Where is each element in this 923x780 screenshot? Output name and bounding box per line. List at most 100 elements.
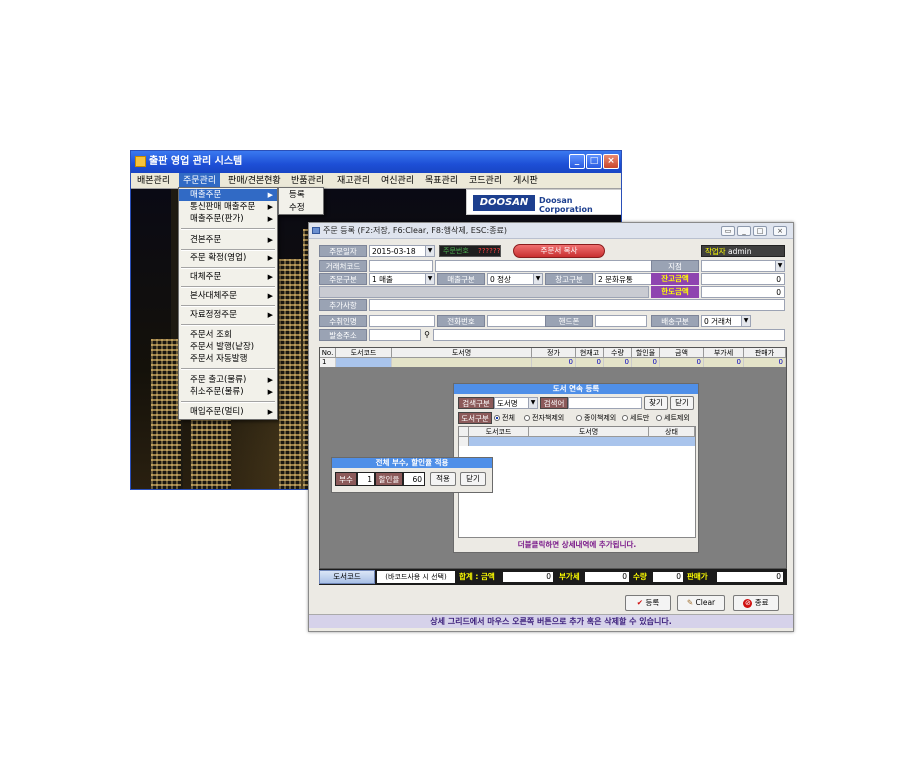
mobile-label: 핸드폰 xyxy=(545,315,593,327)
order-no-value: ?????? xyxy=(478,247,501,255)
grid-cell[interactable]: 0 xyxy=(660,358,704,367)
grid-header: 도서명 xyxy=(392,348,532,358)
radio-set-only[interactable] xyxy=(622,415,628,421)
status-bar: 상세 그리드에서 마우스 오른쪽 버튼으로 추가 혹은 삭제할 수 있습니다. xyxy=(309,614,793,628)
book-code-button[interactable]: 도서코드 xyxy=(319,570,375,584)
mobile-input[interactable] xyxy=(595,315,647,327)
radio-exclude-paper[interactable] xyxy=(576,415,582,421)
grid-corner xyxy=(459,427,469,437)
vat-label: 부가세 xyxy=(559,572,580,581)
limit-value: 0 xyxy=(701,286,785,298)
submenu-item-register[interactable]: 등록 xyxy=(279,189,323,201)
menu-item-order-confirm[interactable]: 주문 확정(영업) ▶ xyxy=(179,252,277,264)
restore-icon[interactable]: ▭ xyxy=(721,226,735,236)
menu-item-sample-order[interactable]: 견본주문 ▶ xyxy=(179,234,277,246)
menu-item-order-auto-print[interactable]: 주문서 자동발행 xyxy=(179,353,277,365)
menu-inventory[interactable]: 재고관리 xyxy=(333,173,374,189)
grid-cell[interactable]: 0 xyxy=(576,358,604,367)
order-no-box: 주문번호 ?????? xyxy=(439,245,501,257)
recipient-input[interactable] xyxy=(369,315,435,327)
grid-cell[interactable]: 1 xyxy=(320,358,336,367)
discount-label: 할인율 xyxy=(375,472,403,486)
grid-cell[interactable]: 0 xyxy=(704,358,744,367)
grid-cell[interactable] xyxy=(392,358,532,367)
menu-item-order-shipping[interactable]: 주문 출고(물류) ▶ xyxy=(179,374,277,386)
menu-item-purchase-order-multi[interactable]: 매입주문(멀티) ▶ xyxy=(179,406,277,418)
menu-item-cancel-order[interactable]: 취소주문(물류) ▶ xyxy=(179,386,277,398)
note-input[interactable] xyxy=(369,299,785,311)
menu-separator xyxy=(181,249,275,251)
clear-button[interactable]: ✎ Clear xyxy=(677,595,725,611)
book-search-grid: 도서코드 도서명 상태 xyxy=(458,426,696,538)
menu-item-order-view[interactable]: 주문서 조회 xyxy=(179,329,277,341)
find-button[interactable]: 찾기 xyxy=(644,396,668,410)
search-type-select[interactable]: 도서명 ▼ xyxy=(494,397,538,409)
phone-input[interactable] xyxy=(487,315,547,327)
branch-select[interactable]: ▼ xyxy=(701,260,785,272)
radio-exclude-ebook-label: 전자책제외 xyxy=(532,414,565,422)
order-date-picker[interactable]: 2015-03-18 ▼ xyxy=(369,245,435,257)
menu-targets[interactable]: 목표관리 xyxy=(421,173,462,189)
grid-cell[interactable]: 0 xyxy=(632,358,660,367)
menu-credit[interactable]: 여신관리 xyxy=(377,173,418,189)
grid-cell[interactable]: 0 xyxy=(744,358,786,367)
customer-info-bar xyxy=(319,286,649,298)
copies-input[interactable]: 1 xyxy=(357,472,375,486)
delivery-type-select[interactable]: 0 거래처 ▼ xyxy=(701,315,751,327)
delivery-type-label: 배송구분 xyxy=(651,315,699,327)
menu-item-correction-order[interactable]: 자료정정주문 ▶ xyxy=(179,309,277,321)
submenu-item-edit[interactable]: 수정 xyxy=(279,202,323,214)
discount-input[interactable]: 60 xyxy=(403,472,425,486)
register-button-label: 등록 xyxy=(645,598,660,607)
menu-item-order-print[interactable]: 주문서 발행(낱장) xyxy=(179,341,277,353)
address-input[interactable] xyxy=(433,329,785,341)
order-register-window: 주문 등록 (F2:저장, F6:Clear, F8:행삭제, ESC:종료) … xyxy=(308,222,794,632)
menu-codes[interactable]: 코드관리 xyxy=(465,173,506,189)
menu-item-replace-order[interactable]: 대체주문 ▶ xyxy=(179,271,277,283)
clear-button-label: Clear xyxy=(695,598,716,607)
main-window-titlebar: 출판 영업 관리 시스템 _ □ × xyxy=(131,151,621,173)
maximize-icon[interactable]: □ xyxy=(586,154,602,169)
vat-value: 0 xyxy=(585,572,629,582)
grid-cell[interactable] xyxy=(336,358,392,367)
zip-input[interactable] xyxy=(369,329,421,341)
radio-exclude-set[interactable] xyxy=(656,415,662,421)
radio-exclude-ebook[interactable] xyxy=(524,415,530,421)
book-dialog-close-button[interactable]: 닫기 xyxy=(670,396,694,410)
close-icon[interactable]: × xyxy=(603,154,619,169)
customer-code-input[interactable] xyxy=(369,260,433,272)
menu-item-sales-order-price[interactable]: 매출주문(판가) ▶ xyxy=(179,213,277,225)
minimize-icon[interactable]: _ xyxy=(569,154,585,169)
menu-item-hq-replace-order[interactable]: 본사대체주문 ▶ xyxy=(179,290,277,302)
balance-value: 0 xyxy=(701,273,785,285)
grid-row-selected[interactable] xyxy=(469,437,695,446)
apply-button[interactable]: 적용 xyxy=(430,472,456,486)
exit-button[interactable]: ⊘ 종료 xyxy=(733,595,779,611)
menu-board[interactable]: 게시판 xyxy=(509,173,542,189)
menu-item-sales-order[interactable]: 매출주문 ▶ xyxy=(179,189,277,201)
menu-item-mail-sales-order[interactable]: 통신판매 매출주문 ▶ xyxy=(179,201,277,213)
grid-header: 정가 xyxy=(532,348,576,358)
menu-delivery[interactable]: 배본관리 xyxy=(133,173,174,189)
sales-type-label: 매출구분 xyxy=(437,273,485,285)
maximize-icon[interactable]: □ xyxy=(753,226,767,236)
qty-dialog-close-button[interactable]: 닫기 xyxy=(460,472,486,486)
close-icon[interactable]: × xyxy=(773,226,787,236)
note-label: 추가사항 xyxy=(319,299,367,311)
minimize-icon[interactable]: _ xyxy=(737,226,751,236)
grid-header: 도서코드 xyxy=(469,427,529,437)
copy-order-button[interactable]: 주문서 복사 xyxy=(513,244,605,258)
order-type-select[interactable]: 1 매출 ▼ xyxy=(369,273,435,285)
eraser-icon: ✎ xyxy=(686,598,694,607)
grid-cell[interactable]: 0 xyxy=(532,358,576,367)
register-button[interactable]: ✔ 등록 xyxy=(625,595,671,611)
sales-type-select[interactable]: 0 정상 ▼ xyxy=(487,273,543,285)
customer-name-input[interactable] xyxy=(435,260,685,272)
radio-all[interactable] xyxy=(494,415,500,421)
search-word-input[interactable] xyxy=(568,397,642,409)
radio-set-only-label: 세트만 xyxy=(630,414,650,422)
search-icon[interactable]: ⚲ xyxy=(422,329,432,341)
sales-order-submenu: 등록 수정 xyxy=(278,187,324,215)
grid-cell[interactable]: 0 xyxy=(604,358,632,367)
main-window-title: 출판 영업 관리 시스템 xyxy=(149,156,243,167)
